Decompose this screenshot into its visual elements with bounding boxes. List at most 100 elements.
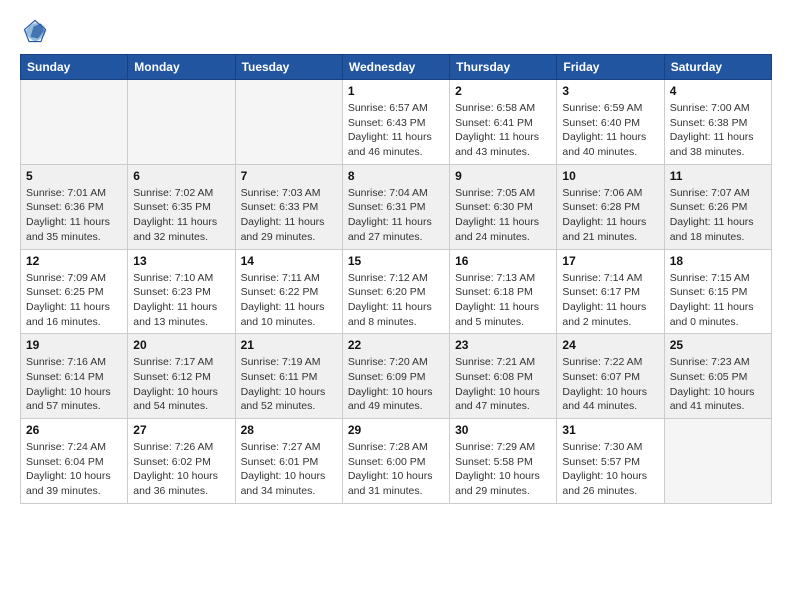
calendar-week-2: 5 Sunrise: 7:01 AM Sunset: 6:36 PM Daylig… <box>21 164 772 249</box>
calendar-cell-w3d5: 16 Sunrise: 7:13 AM Sunset: 6:18 PM Dayli… <box>450 249 557 334</box>
day-info: Sunrise: 6:57 AM Sunset: 6:43 PM Dayligh… <box>348 101 444 160</box>
calendar-cell-w4d4: 22Sunrise: 7:20 AM Sunset: 6:09 PM Dayli… <box>342 334 449 419</box>
calendar-cell-w3d4: 15 Sunrise: 7:12 AM Sunset: 6:20 PM Dayli… <box>342 249 449 334</box>
calendar-header-wednesday: Wednesday <box>342 55 449 80</box>
calendar-header-sunday: Sunday <box>21 55 128 80</box>
day-info: Sunrise: 7:00 AM Sunset: 6:38 PM Dayligh… <box>670 101 766 160</box>
day-number: 9 <box>455 169 551 183</box>
day-number: 3 <box>562 84 658 98</box>
day-number: 20 <box>133 338 229 352</box>
calendar-cell-w2d4: 8 Sunrise: 7:04 AM Sunset: 6:31 PM Daylig… <box>342 164 449 249</box>
day-info: Sunrise: 7:11 AM Sunset: 6:22 PM Dayligh… <box>241 271 337 330</box>
calendar-cell-w2d2: 6 Sunrise: 7:02 AM Sunset: 6:35 PM Daylig… <box>128 164 235 249</box>
calendar-cell-w4d6: 24 Sunrise: 7:22 AM Sunset: 6:07 PM Dayli… <box>557 334 664 419</box>
calendar-cell-w1d6: 3 Sunrise: 6:59 AM Sunset: 6:40 PM Daylig… <box>557 80 664 165</box>
day-number: 1 <box>348 84 444 98</box>
day-info: Sunrise: 7:26 AM Sunset: 6:02 PM Dayligh… <box>133 440 229 499</box>
calendar-week-1: 1 Sunrise: 6:57 AM Sunset: 6:43 PM Daylig… <box>21 80 772 165</box>
day-info: Sunrise: 7:27 AM Sunset: 6:01 PM Dayligh… <box>241 440 337 499</box>
calendar-cell-w4d3: 21Sunrise: 7:19 AM Sunset: 6:11 PM Dayli… <box>235 334 342 419</box>
logo <box>20 16 56 46</box>
day-info: Sunrise: 7:12 AM Sunset: 6:20 PM Dayligh… <box>348 271 444 330</box>
calendar-header-friday: Friday <box>557 55 664 80</box>
day-number: 13 <box>133 254 229 268</box>
day-info: Sunrise: 7:16 AM Sunset: 6:14 PM Dayligh… <box>26 355 122 414</box>
page-container: SundayMondayTuesdayWednesdayThursdayFrid… <box>0 0 792 520</box>
day-info: Sunrise: 6:59 AM Sunset: 6:40 PM Dayligh… <box>562 101 658 160</box>
day-number: 14 <box>241 254 337 268</box>
day-info: Sunrise: 7:06 AM Sunset: 6:28 PM Dayligh… <box>562 186 658 245</box>
calendar-cell-w5d7 <box>664 419 771 504</box>
day-number: 24 <box>562 338 658 352</box>
day-number: 15 <box>348 254 444 268</box>
day-number: 19 <box>26 338 122 352</box>
calendar-cell-w4d2: 20Sunrise: 7:17 AM Sunset: 6:12 PM Dayli… <box>128 334 235 419</box>
calendar-week-5: 26 Sunrise: 7:24 AM Sunset: 6:04 PM Dayli… <box>21 419 772 504</box>
logo-icon <box>20 16 50 46</box>
day-info: Sunrise: 7:24 AM Sunset: 6:04 PM Dayligh… <box>26 440 122 499</box>
calendar-table: SundayMondayTuesdayWednesdayThursdayFrid… <box>20 54 772 504</box>
calendar-cell-w3d7: 18Sunrise: 7:15 AM Sunset: 6:15 PM Dayli… <box>664 249 771 334</box>
calendar-cell-w2d7: 11 Sunrise: 7:07 AM Sunset: 6:26 PM Dayli… <box>664 164 771 249</box>
calendar-cell-w5d5: 30 Sunrise: 7:29 AM Sunset: 5:58 PM Dayli… <box>450 419 557 504</box>
day-info: Sunrise: 7:04 AM Sunset: 6:31 PM Dayligh… <box>348 186 444 245</box>
calendar-cell-w5d4: 29 Sunrise: 7:28 AM Sunset: 6:00 PM Dayli… <box>342 419 449 504</box>
calendar-cell-w5d2: 27Sunrise: 7:26 AM Sunset: 6:02 PM Dayli… <box>128 419 235 504</box>
calendar-cell-w3d1: 12 Sunrise: 7:09 AM Sunset: 6:25 PM Dayli… <box>21 249 128 334</box>
day-number: 12 <box>26 254 122 268</box>
day-info: Sunrise: 7:15 AM Sunset: 6:15 PM Dayligh… <box>670 271 766 330</box>
day-number: 26 <box>26 423 122 437</box>
day-info: Sunrise: 7:13 AM Sunset: 6:18 PM Dayligh… <box>455 271 551 330</box>
day-number: 17 <box>562 254 658 268</box>
day-info: Sunrise: 7:02 AM Sunset: 6:35 PM Dayligh… <box>133 186 229 245</box>
day-info: Sunrise: 7:30 AM Sunset: 5:57 PM Dayligh… <box>562 440 658 499</box>
day-number: 4 <box>670 84 766 98</box>
calendar-cell-w4d7: 25 Sunrise: 7:23 AM Sunset: 6:05 PM Dayli… <box>664 334 771 419</box>
day-number: 5 <box>26 169 122 183</box>
day-number: 10 <box>562 169 658 183</box>
day-info: Sunrise: 7:14 AM Sunset: 6:17 PM Dayligh… <box>562 271 658 330</box>
day-number: 25 <box>670 338 766 352</box>
calendar-cell-w2d3: 7 Sunrise: 7:03 AM Sunset: 6:33 PM Daylig… <box>235 164 342 249</box>
calendar-cell-w1d7: 4 Sunrise: 7:00 AM Sunset: 6:38 PM Daylig… <box>664 80 771 165</box>
calendar-cell-w1d4: 1 Sunrise: 6:57 AM Sunset: 6:43 PM Daylig… <box>342 80 449 165</box>
calendar-week-4: 19 Sunrise: 7:16 AM Sunset: 6:14 PM Dayli… <box>21 334 772 419</box>
day-number: 30 <box>455 423 551 437</box>
calendar-cell-w1d5: 2 Sunrise: 6:58 AM Sunset: 6:41 PM Daylig… <box>450 80 557 165</box>
day-info: Sunrise: 7:29 AM Sunset: 5:58 PM Dayligh… <box>455 440 551 499</box>
calendar-cell-w5d6: 31Sunrise: 7:30 AM Sunset: 5:57 PM Dayli… <box>557 419 664 504</box>
day-number: 8 <box>348 169 444 183</box>
day-number: 7 <box>241 169 337 183</box>
day-number: 11 <box>670 169 766 183</box>
day-info: Sunrise: 7:05 AM Sunset: 6:30 PM Dayligh… <box>455 186 551 245</box>
day-number: 16 <box>455 254 551 268</box>
calendar-header-saturday: Saturday <box>664 55 771 80</box>
calendar-header-thursday: Thursday <box>450 55 557 80</box>
calendar-cell-w2d1: 5 Sunrise: 7:01 AM Sunset: 6:36 PM Daylig… <box>21 164 128 249</box>
header <box>20 16 772 46</box>
day-number: 23 <box>455 338 551 352</box>
day-info: Sunrise: 7:23 AM Sunset: 6:05 PM Dayligh… <box>670 355 766 414</box>
day-info: Sunrise: 7:07 AM Sunset: 6:26 PM Dayligh… <box>670 186 766 245</box>
calendar-cell-w3d3: 14 Sunrise: 7:11 AM Sunset: 6:22 PM Dayli… <box>235 249 342 334</box>
day-info: Sunrise: 7:10 AM Sunset: 6:23 PM Dayligh… <box>133 271 229 330</box>
calendar-cell-w3d6: 17 Sunrise: 7:14 AM Sunset: 6:17 PM Dayli… <box>557 249 664 334</box>
day-number: 6 <box>133 169 229 183</box>
day-number: 29 <box>348 423 444 437</box>
day-info: Sunrise: 7:22 AM Sunset: 6:07 PM Dayligh… <box>562 355 658 414</box>
day-number: 2 <box>455 84 551 98</box>
day-info: Sunrise: 7:28 AM Sunset: 6:00 PM Dayligh… <box>348 440 444 499</box>
calendar-cell-w2d6: 10 Sunrise: 7:06 AM Sunset: 6:28 PM Dayli… <box>557 164 664 249</box>
calendar-header-row: SundayMondayTuesdayWednesdayThursdayFrid… <box>21 55 772 80</box>
calendar-header-tuesday: Tuesday <box>235 55 342 80</box>
calendar-week-3: 12 Sunrise: 7:09 AM Sunset: 6:25 PM Dayli… <box>21 249 772 334</box>
calendar-cell-w1d1 <box>21 80 128 165</box>
calendar-cell-w5d3: 28Sunrise: 7:27 AM Sunset: 6:01 PM Dayli… <box>235 419 342 504</box>
day-info: Sunrise: 7:19 AM Sunset: 6:11 PM Dayligh… <box>241 355 337 414</box>
day-info: Sunrise: 7:09 AM Sunset: 6:25 PM Dayligh… <box>26 271 122 330</box>
calendar-cell-w4d5: 23Sunrise: 7:21 AM Sunset: 6:08 PM Dayli… <box>450 334 557 419</box>
day-info: Sunrise: 7:01 AM Sunset: 6:36 PM Dayligh… <box>26 186 122 245</box>
day-info: Sunrise: 6:58 AM Sunset: 6:41 PM Dayligh… <box>455 101 551 160</box>
calendar-cell-w5d1: 26 Sunrise: 7:24 AM Sunset: 6:04 PM Dayli… <box>21 419 128 504</box>
day-info: Sunrise: 7:03 AM Sunset: 6:33 PM Dayligh… <box>241 186 337 245</box>
